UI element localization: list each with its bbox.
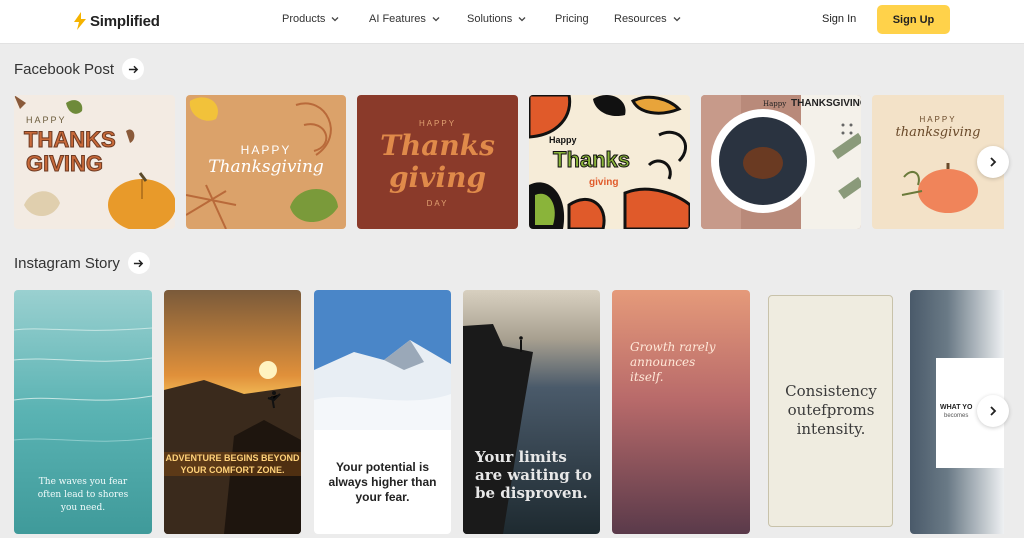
sunset-hiker-photo (164, 361, 301, 534)
chevron-down-icon (673, 17, 681, 22)
card-quote: ADVENTURE BEGINS BEYOND (165, 453, 300, 463)
card-title: Thanksgiving (208, 157, 324, 177)
brand-logo[interactable]: Simplified (72, 10, 160, 32)
instagram-template-card[interactable]: Consistency outefproms intensity. (768, 295, 893, 527)
nav-pricing-label: Pricing (555, 13, 589, 25)
card-title: Happy (549, 135, 577, 145)
sign-in-link[interactable]: Sign In (822, 13, 856, 25)
card-title: THANKSGIVING (791, 98, 861, 109)
card-quote: Consistency outefproms intensity. (785, 382, 877, 438)
card-title: HAPPY (240, 143, 292, 157)
nav-ai-features[interactable]: AI Features (369, 13, 440, 25)
card-quote: YOUR COMFORT ZONE. (180, 465, 285, 475)
instagram-template-card[interactable]: Your potential is always higher than you… (314, 290, 451, 534)
instagram-template-card[interactable]: The waves you fear often lead to shores … (14, 290, 152, 534)
nav-resources-label: Resources (614, 13, 667, 25)
chevron-down-icon (518, 17, 526, 22)
facebook-template-card[interactable]: HAPPY THANKS GIVING (14, 95, 175, 229)
card-title: Thanks (553, 147, 631, 173)
chevron-down-icon (432, 17, 440, 22)
card-title: Thanks (380, 129, 495, 162)
arrow-right-icon (134, 259, 144, 267)
facebook-template-card[interactable]: HAPPY Thanksgiving (186, 95, 346, 229)
card-title: giving (589, 177, 619, 188)
chevron-right-icon (990, 406, 997, 416)
card-title: THANKS (24, 127, 117, 153)
top-navbar: Simplified Products AI Features Solution… (0, 0, 1024, 44)
nav-ai-features-label: AI Features (369, 13, 426, 25)
instagram-story-see-all-button[interactable] (127, 252, 150, 274)
facebook-post-see-all-button[interactable] (122, 58, 145, 80)
instagram-template-card[interactable]: Growth rarely announces itself. (612, 290, 750, 534)
card-quote: The waves you fear often lead to shores … (37, 477, 129, 513)
nav-pricing[interactable]: Pricing (555, 13, 589, 25)
nav-solutions-label: Solutions (467, 13, 513, 25)
card-title: HAPPY (26, 115, 67, 125)
instagram-story-title[interactable]: Instagram Story (14, 255, 120, 272)
card-title: giving (388, 161, 487, 194)
nav-solutions[interactable]: Solutions (467, 13, 526, 25)
card-title: GIVING (26, 151, 104, 177)
instagram-story-section-header: Instagram Story (14, 252, 150, 274)
chevron-right-icon (990, 157, 997, 167)
card-quote: Your potential is always higher than you… (328, 460, 437, 504)
facebook-template-card[interactable]: Happy THANKSGIVING (701, 95, 861, 229)
roast-turkey-plate-illustration (701, 95, 861, 229)
facebook-template-card[interactable]: HAPPY Thanks giving DAY (357, 95, 518, 229)
instagram-template-card[interactable]: ADVENTURE BEGINS BEYOND YOUR COMFORT ZON… (164, 290, 301, 534)
card-title: thanksgiving (895, 125, 981, 140)
nav-resources[interactable]: Resources (614, 13, 681, 25)
sign-up-button[interactable]: Sign Up (877, 5, 950, 34)
facebook-template-card[interactable]: Happy Thanks giving (529, 95, 690, 229)
facebook-post-section-header: Facebook Post (14, 58, 145, 80)
card-title: HAPPY (919, 115, 957, 124)
instagram-carousel-next-button[interactable] (977, 395, 1009, 427)
lightning-logo-icon (74, 12, 86, 30)
instagram-template-card[interactable]: Your limits are waiting to be disproven. (463, 290, 600, 534)
card-title: DAY (426, 199, 449, 208)
nav-products-label: Products (282, 13, 326, 25)
card-quote-box: ADVENTURE BEGINS BEYOND YOUR COMFORT ZON… (164, 452, 301, 476)
brand-name: Simplified (90, 12, 160, 30)
facebook-carousel-next-button[interactable] (977, 146, 1009, 178)
card-quote: Growth rarely announces itself. (630, 340, 716, 384)
card-quote: Your limits are waiting to be disproven. (475, 448, 592, 502)
chevron-down-icon (331, 17, 339, 22)
card-title: HAPPY (418, 119, 457, 128)
arrow-right-icon (128, 65, 138, 73)
nav-products[interactable]: Products (282, 13, 339, 25)
facebook-post-title[interactable]: Facebook Post (14, 61, 114, 78)
